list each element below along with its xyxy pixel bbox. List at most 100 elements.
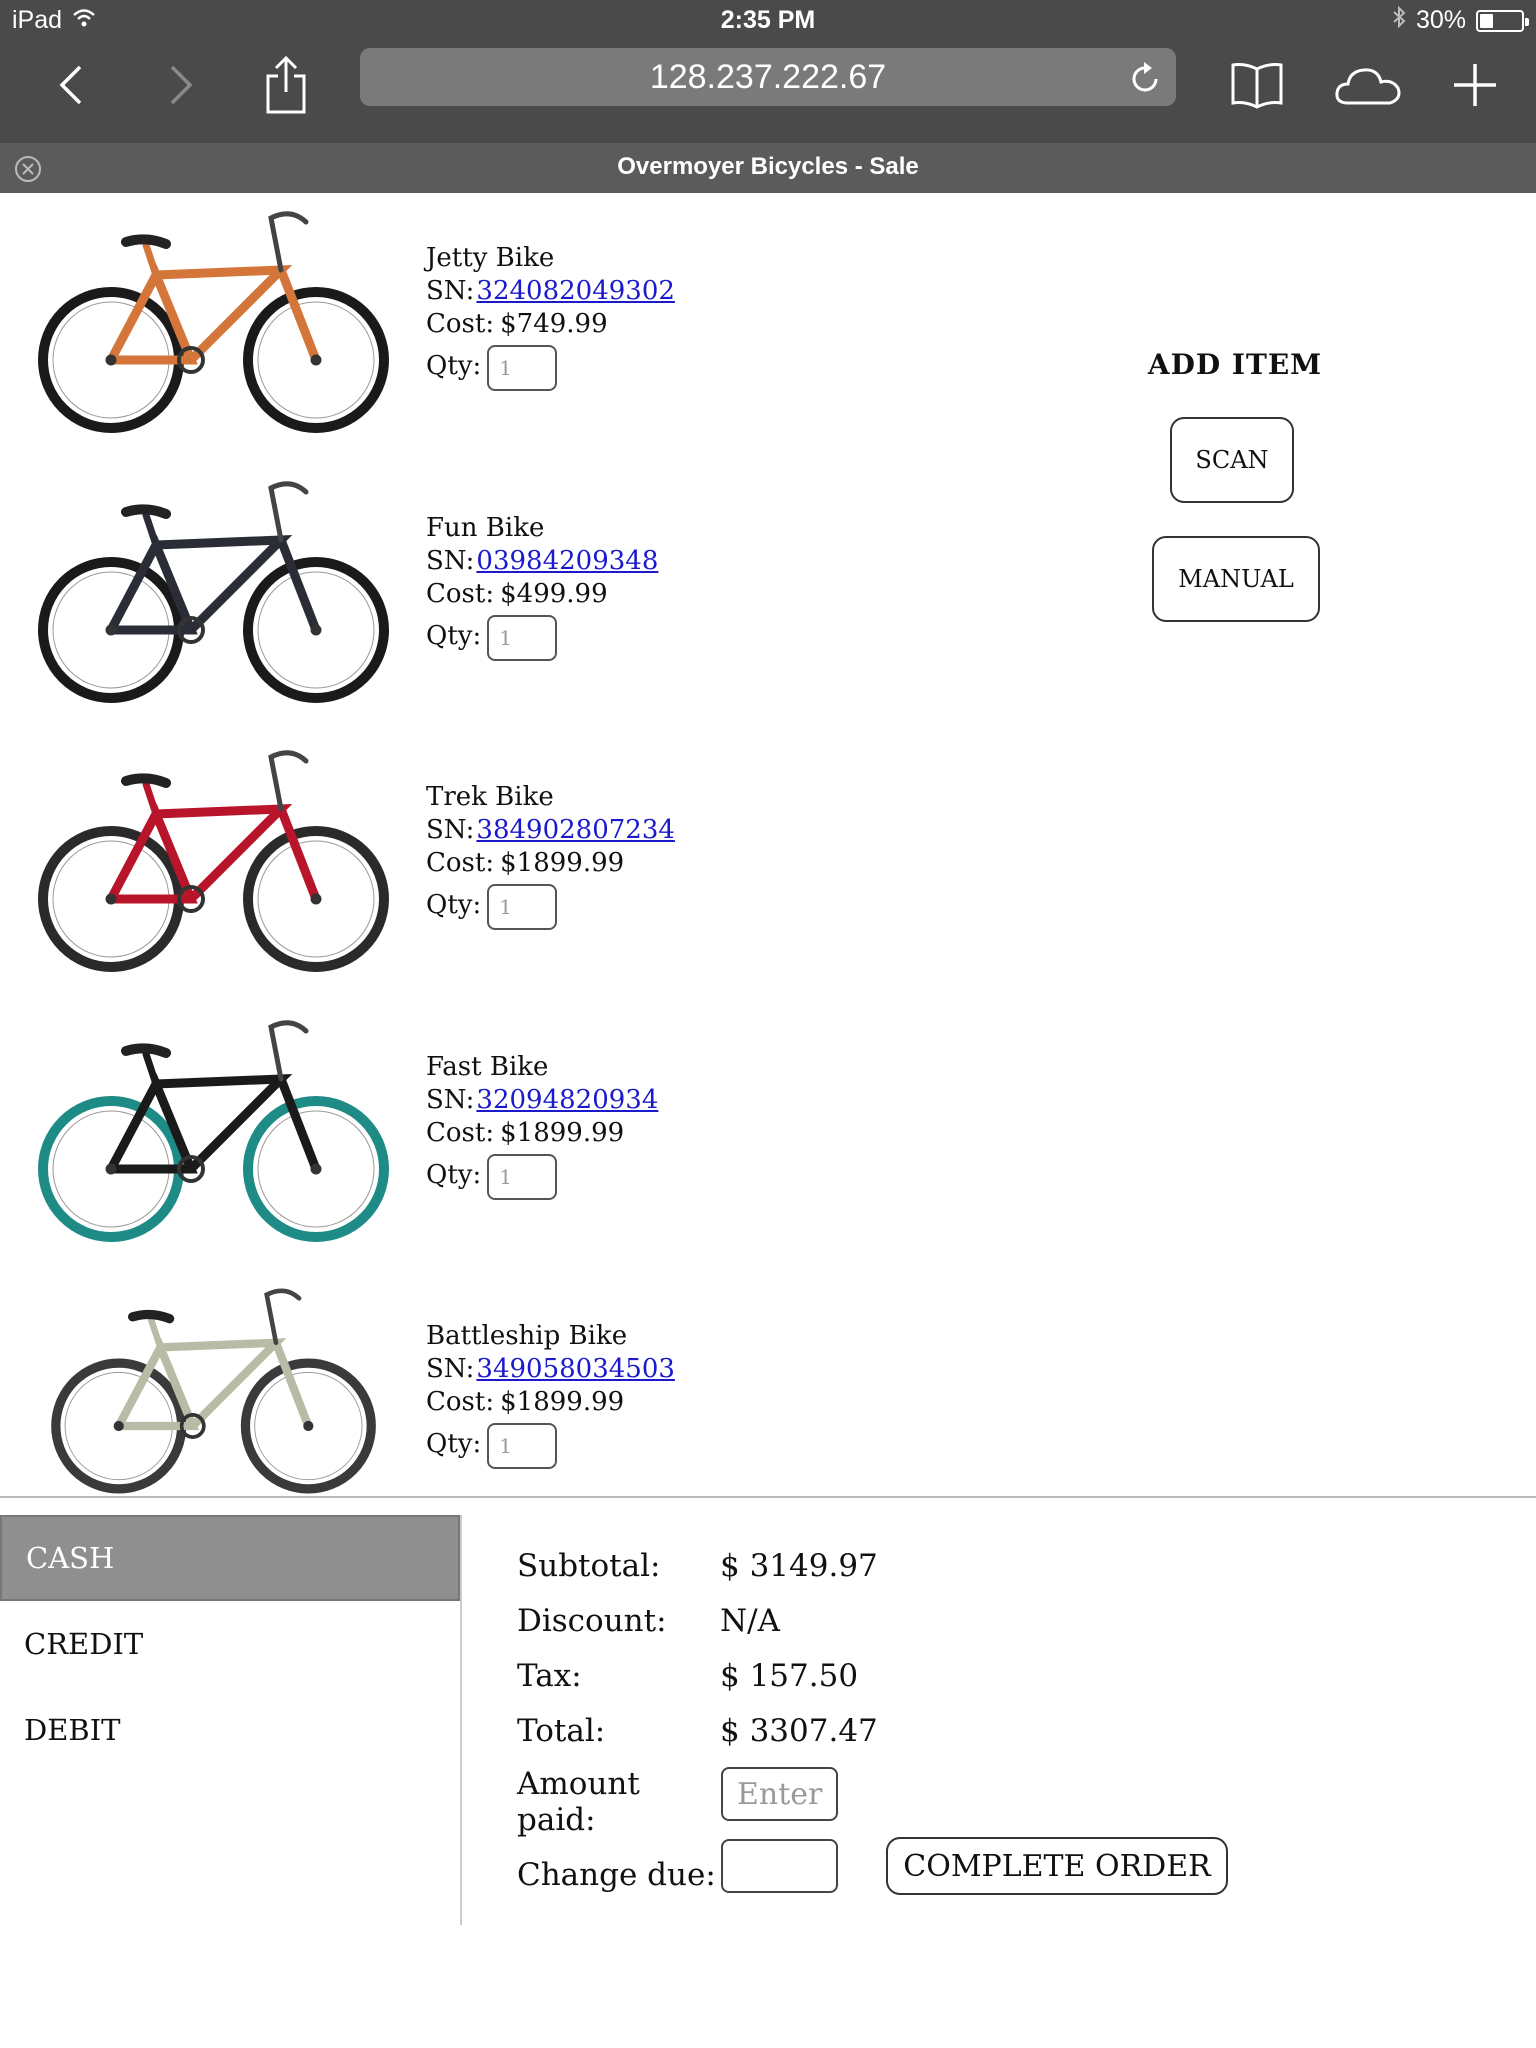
browser-toolbar: 128.237.222.67 xyxy=(0,40,1536,155)
change-due-label: Change due: xyxy=(517,1857,716,1893)
item-details: Jetty Bike SN: 324082049302 Cost: $749.99 Qty… xyxy=(426,242,675,391)
tab-strip: Overmoyer Bicycles - Sale xyxy=(0,143,1536,193)
qty-label: Qty: xyxy=(426,620,482,651)
cart-item: Fun Bike SN: 03984209348 Cost: $499.99 Qty: 1 xyxy=(0,470,1000,730)
cost-value: $499.99 xyxy=(500,579,608,609)
cost-label: Cost: xyxy=(426,579,495,609)
item-details: Battleship Bike SN: 349058034503 Cost: $1899… xyxy=(426,1320,675,1469)
cost-label: Cost: xyxy=(426,309,495,339)
sn-label: SN: xyxy=(426,815,475,845)
subtotal-value: $ 3149.97 xyxy=(720,1548,878,1584)
qty-input[interactable]: 1 xyxy=(487,1154,558,1200)
serial-number-link[interactable]: 384902807234 xyxy=(476,814,675,847)
qty-input[interactable]: 1 xyxy=(487,884,558,930)
discount-row: Discount: N/A xyxy=(517,1593,1217,1649)
cost-value: $1899.99 xyxy=(500,1387,625,1417)
qty-label: Qty: xyxy=(426,1428,482,1459)
amount-paid-label: Amount paid: xyxy=(517,1766,640,1838)
cost-label: Cost: xyxy=(426,1387,495,1417)
item-cost-row: Cost: $1899.99 xyxy=(426,1386,675,1419)
forward-icon[interactable] xyxy=(146,50,216,120)
url-text: 128.237.222.67 xyxy=(649,57,887,96)
bookmarks-icon[interactable] xyxy=(1222,50,1292,120)
item-cost-row: Cost: $1899.99 xyxy=(426,847,675,880)
discount-value: N/A xyxy=(720,1603,780,1639)
cart-item: Jetty Bike SN: 324082049302 Cost: $749.99 Qty… xyxy=(0,200,1000,460)
qty-input[interactable]: 1 xyxy=(487,1423,558,1469)
item-details: Trek Bike SN: 384902807234 Cost: $1899.99 Qty… xyxy=(426,781,675,930)
bike-image xyxy=(16,200,412,440)
manual-button[interactable]: MANUAL xyxy=(1152,536,1320,622)
total-value: $ 3307.47 xyxy=(720,1713,878,1749)
change-due-field xyxy=(721,1839,838,1893)
serial-number-link[interactable]: 324082049302 xyxy=(476,275,675,308)
qty-input[interactable]: 1 xyxy=(487,615,558,661)
cloud-tabs-icon[interactable] xyxy=(1334,50,1404,120)
serial-number-link[interactable]: 03984209348 xyxy=(476,545,658,578)
bluetooth-icon xyxy=(1392,5,1406,35)
tax-row: Tax: $ 157.50 xyxy=(517,1648,1217,1704)
item-name: Trek Bike xyxy=(426,782,554,812)
item-sn-row: SN: 349058034503 xyxy=(426,1353,675,1386)
cost-label: Cost: xyxy=(426,1118,495,1148)
bike-image xyxy=(16,739,412,979)
serial-number-link[interactable]: 349058034503 xyxy=(476,1353,675,1386)
item-sn-row: SN: 03984209348 xyxy=(426,545,658,578)
item-details: Fast Bike SN: 32094820934 Cost: $1899.99 Qty:… xyxy=(426,1051,658,1200)
item-name: Battleship Bike xyxy=(426,1321,628,1351)
payment-method-list: CASH CREDIT DEBIT xyxy=(0,1515,462,1925)
cost-value: $1899.99 xyxy=(500,848,625,878)
discount-label: Discount: xyxy=(517,1603,667,1639)
reload-icon[interactable] xyxy=(1130,60,1162,103)
battery-icon xyxy=(1476,9,1529,32)
tab-title: Overmoyer Bicycles - Sale xyxy=(617,153,919,180)
section-divider xyxy=(0,1496,1536,1498)
payment-tab-debit[interactable]: DEBIT xyxy=(0,1687,460,1773)
sn-label: SN: xyxy=(426,1354,475,1384)
tax-label: Tax: xyxy=(517,1658,582,1694)
cart-item: Fast Bike SN: 32094820934 Cost: $1899.99 Qty:… xyxy=(0,1009,1000,1269)
scan-button[interactable]: SCAN xyxy=(1170,417,1294,503)
amount-paid-row: Amount paid: xyxy=(517,1766,1217,1838)
cart-item: Battleship Bike SN: 349058034503 Cost: $1899… xyxy=(0,1278,1000,1538)
status-bar: iPad 2:35 PM 30% xyxy=(0,0,1536,40)
cost-value: $1899.99 xyxy=(500,1118,625,1148)
subtotal-row: Subtotal: $ 3149.97 xyxy=(517,1538,1217,1594)
payment-tab-credit[interactable]: CREDIT xyxy=(0,1601,460,1687)
cost-value: $749.99 xyxy=(500,309,608,339)
qty-input[interactable]: 1 xyxy=(487,345,558,391)
share-icon[interactable] xyxy=(251,50,321,120)
item-qty-row: Qty: 1 xyxy=(426,611,658,661)
item-qty-row: Qty: 1 xyxy=(426,341,675,391)
item-qty-row: Qty: 1 xyxy=(426,880,675,930)
address-bar[interactable]: 128.237.222.67 xyxy=(360,48,1176,106)
add-item-panel: ADD ITEM xyxy=(1100,348,1370,381)
total-row: Total: $ 3307.47 xyxy=(517,1703,1217,1759)
qty-label: Qty: xyxy=(426,889,482,920)
total-label: Total: xyxy=(517,1713,606,1749)
battery-percent: 30% xyxy=(1415,6,1466,34)
complete-order-button[interactable]: COMPLETE ORDER xyxy=(886,1837,1228,1895)
subtotal-label: Subtotal: xyxy=(517,1548,661,1584)
tax-value: $ 157.50 xyxy=(720,1658,859,1694)
item-details: Fun Bike SN: 03984209348 Cost: $499.99 Qty: 1 xyxy=(426,512,658,661)
item-cost-row: Cost: $499.99 xyxy=(426,578,658,611)
item-name: Jetty Bike xyxy=(426,243,555,273)
qty-label: Qty: xyxy=(426,350,482,381)
item-name: Fast Bike xyxy=(426,1052,549,1082)
bike-image xyxy=(16,1009,412,1249)
cart-item: Trek Bike SN: 384902807234 Cost: $1899.99 Qty… xyxy=(0,739,1000,999)
bike-image xyxy=(16,470,412,710)
new-tab-icon[interactable] xyxy=(1440,50,1510,120)
clock: 2:35 PM xyxy=(720,6,816,34)
amount-paid-input[interactable]: Enter xyxy=(721,1767,838,1821)
sn-label: SN: xyxy=(426,546,475,576)
serial-number-link[interactable]: 32094820934 xyxy=(476,1084,658,1117)
back-icon[interactable] xyxy=(36,50,106,120)
payment-tab-cash[interactable]: CASH xyxy=(0,1515,460,1601)
item-name: Fun Bike xyxy=(426,513,545,543)
cost-label: Cost: xyxy=(426,848,495,878)
add-item-heading: ADD ITEM xyxy=(1147,348,1323,381)
item-cost-row: Cost: $1899.99 xyxy=(426,1117,658,1150)
item-cost-row: Cost: $749.99 xyxy=(426,308,675,341)
